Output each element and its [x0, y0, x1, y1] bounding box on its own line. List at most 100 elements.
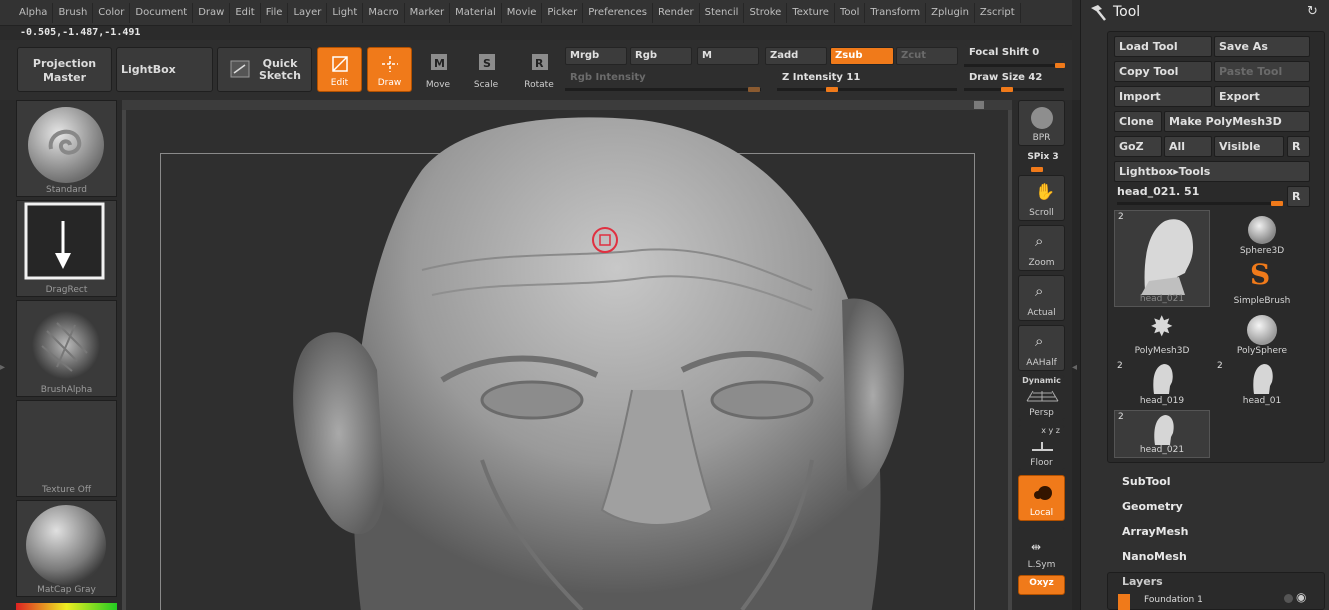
z-intensity-knob[interactable] — [826, 87, 838, 92]
draw-mode-button[interactable]: Draw — [367, 47, 412, 92]
menu-item-movie[interactable]: Movie — [502, 2, 543, 23]
rgb-toggle[interactable]: Rgb — [630, 47, 692, 65]
menu-item-file[interactable]: File — [261, 2, 289, 23]
menu-item-zplugin[interactable]: Zplugin — [926, 2, 975, 23]
menu-item-color[interactable]: Color — [93, 2, 131, 23]
menu-item-draw[interactable]: Draw — [193, 2, 231, 23]
texture-selector[interactable]: Texture Off — [16, 400, 117, 497]
menu-item-texture[interactable]: Texture — [787, 2, 835, 23]
aahalf-button[interactable]: ⌕ AAHalf — [1018, 325, 1065, 371]
goz-visible-button[interactable]: Visible — [1214, 136, 1284, 157]
actual-size-button[interactable]: ⌕ Actual — [1018, 275, 1065, 321]
move-button[interactable]: M Move — [418, 47, 458, 92]
menu-item-light[interactable]: Light — [327, 2, 364, 23]
sculpted-head-model[interactable] — [122, 100, 1012, 610]
m-toggle[interactable]: M — [697, 47, 759, 65]
local-symmetry-button[interactable]: ⇹ L.Sym — [1018, 527, 1065, 573]
spix-slider[interactable]: SPix 3 — [1020, 152, 1066, 162]
zadd-toggle[interactable]: Zadd — [765, 47, 827, 65]
menu-item-preferences[interactable]: Preferences — [583, 2, 654, 23]
layer-toggle-dot[interactable] — [1284, 594, 1293, 603]
local-transform-button[interactable]: Local — [1018, 475, 1065, 521]
layer-record-indicator[interactable] — [1118, 594, 1130, 610]
goz-r-button[interactable]: R — [1287, 136, 1310, 157]
goz-all-button[interactable]: All — [1164, 136, 1212, 157]
menu-item-picker[interactable]: Picker — [542, 2, 584, 23]
import-button[interactable]: Import — [1114, 86, 1212, 107]
color-picker-strip[interactable] — [16, 603, 117, 610]
layers-title[interactable]: Layers — [1122, 575, 1163, 588]
stroke-selector[interactable]: DragRect — [16, 200, 117, 297]
menu-item-document[interactable]: Document — [130, 2, 194, 23]
quick-sketch-button[interactable]: Quick Sketch — [217, 47, 312, 92]
load-tool-button[interactable]: Load Tool — [1114, 36, 1212, 57]
z-intensity-slider[interactable]: Z Intensity 11 — [777, 69, 957, 87]
menu-item-tool[interactable]: Tool — [835, 2, 866, 23]
brush-selector[interactable]: Standard — [16, 100, 117, 197]
perspective-button[interactable]: Dynamic Persp — [1018, 375, 1065, 421]
alpha-selector[interactable]: BrushAlpha — [16, 300, 117, 397]
clone-button[interactable]: Clone — [1114, 111, 1162, 132]
zsub-toggle[interactable]: Zsub — [830, 47, 894, 65]
menu-item-marker[interactable]: Marker — [405, 2, 451, 23]
material-selector[interactable]: MatCap Gray — [16, 500, 117, 597]
left-collapse-arrow-icon[interactable]: ▸ — [0, 362, 5, 373]
menu-item-layer[interactable]: Layer — [288, 2, 328, 23]
panel-divider[interactable]: ◂ — [1072, 100, 1080, 610]
menu-item-render[interactable]: Render — [653, 2, 700, 23]
lightbox-tools-button[interactable]: Lightbox▸Tools — [1114, 161, 1310, 182]
menu-item-alpha[interactable]: Alpha — [14, 2, 54, 23]
focal-shift-slider[interactable]: Focal Shift 0 — [964, 44, 1064, 62]
nanomesh-section[interactable]: NanoMesh — [1122, 550, 1187, 563]
lightbox-button[interactable]: LightBox — [116, 47, 213, 92]
tool-tile-head-021[interactable]: 2 head_021 — [1114, 210, 1210, 307]
current-tool-slider[interactable]: head_021. 51 — [1117, 185, 1199, 198]
tool-tile-head-01[interactable]: 2 head_01 — [1214, 360, 1310, 408]
scale-button[interactable]: S Scale — [466, 47, 506, 92]
rgb-intensity-knob[interactable] — [748, 87, 760, 92]
mrgb-toggle[interactable]: Mrgb — [565, 47, 627, 65]
bpr-render-button[interactable]: BPR — [1018, 100, 1065, 146]
copy-tool-button[interactable]: Copy Tool — [1114, 61, 1212, 82]
floor-button[interactable]: x y z Floor — [1018, 425, 1065, 471]
rgb-intensity-slider[interactable]: Rgb Intensity — [565, 69, 761, 87]
layer-name[interactable]: Foundation 1 — [1144, 595, 1203, 605]
menu-item-zscript[interactable]: Zscript — [975, 2, 1021, 23]
draw-size-slider[interactable]: Draw Size 42 — [964, 69, 1064, 87]
menu-item-transform[interactable]: Transform — [865, 2, 927, 23]
save-as-button[interactable]: Save As — [1214, 36, 1310, 57]
menu-item-stroke[interactable]: Stroke — [744, 2, 788, 23]
zcut-toggle[interactable]: Zcut — [896, 47, 958, 65]
edit-mode-button[interactable]: Edit — [317, 47, 362, 92]
menu-item-stencil[interactable]: Stencil — [700, 2, 745, 23]
palette-reset-icon[interactable]: ↻ — [1307, 4, 1318, 19]
tool-tile-sphere3d[interactable]: Sphere3D — [1214, 210, 1310, 258]
layer-visibility-eye-icon[interactable]: ◉ — [1296, 590, 1306, 604]
document-canvas[interactable] — [122, 100, 1012, 610]
current-tool-r-button[interactable]: R — [1287, 186, 1310, 207]
rotate-button[interactable]: R Rotate — [518, 47, 560, 92]
zoom-button[interactable]: ⌕ Zoom — [1018, 225, 1065, 271]
tool-tile-head-019[interactable]: 2 head_019 — [1114, 360, 1210, 408]
paste-tool-button[interactable]: Paste Tool — [1214, 61, 1310, 82]
current-tool-knob[interactable] — [1271, 201, 1283, 206]
tool-tile-polysphere[interactable]: PolySphere — [1214, 310, 1310, 358]
xyz-symmetry-button[interactable]: Oxyz — [1018, 575, 1065, 595]
export-button[interactable]: Export — [1214, 86, 1310, 107]
collapse-arrow-icon[interactable]: ◂ — [1072, 362, 1077, 373]
tool-tile-head-021-copy[interactable]: 2 head_021 — [1114, 410, 1210, 458]
focal-shift-knob[interactable] — [1055, 63, 1065, 68]
menu-item-edit[interactable]: Edit — [230, 2, 261, 23]
tool-tile-simplebrush[interactable]: S SimpleBrush — [1214, 258, 1310, 308]
spix-knob[interactable] — [1031, 167, 1043, 172]
make-polymesh3d-button[interactable]: Make PolyMesh3D — [1164, 111, 1310, 132]
subtool-section[interactable]: SubTool — [1122, 475, 1171, 488]
projection-master-button[interactable]: Projection Master — [17, 47, 112, 92]
menu-item-material[interactable]: Material — [450, 2, 502, 23]
arraymesh-section[interactable]: ArrayMesh — [1122, 525, 1188, 538]
menu-item-macro[interactable]: Macro — [363, 2, 405, 23]
tool-tile-polymesh3d[interactable]: ✸ PolyMesh3D — [1114, 310, 1210, 358]
geometry-section[interactable]: Geometry — [1122, 500, 1183, 513]
menu-item-brush[interactable]: Brush — [53, 2, 94, 23]
goz-button[interactable]: GoZ — [1114, 136, 1162, 157]
